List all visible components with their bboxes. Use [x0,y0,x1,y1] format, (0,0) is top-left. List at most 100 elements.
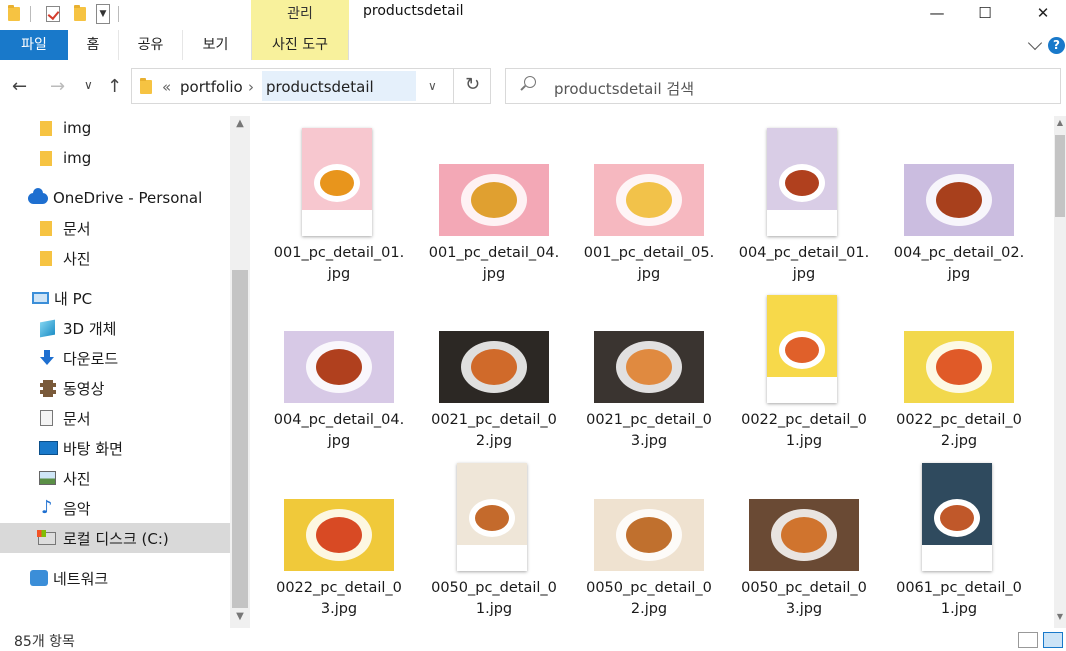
file-name: 004_pc_detail_01. jpg [729,243,879,285]
sidebar-item-label: 음악 [63,499,91,518]
sidebar-item[interactable]: ♪ 음악 [0,493,230,523]
overflow-chevron[interactable]: « [162,78,171,96]
video-icon [40,379,56,397]
food-photo-thumbnail [439,164,549,236]
sidebar-scrollbar-thumb[interactable] [232,270,248,608]
tab-share[interactable]: 공유 [118,30,182,60]
tab-picture-tools[interactable]: 사진 도구 [251,30,349,60]
up-arrow-icon[interactable]: ↑ [107,76,122,97]
file-tile[interactable]: 0022_pc_detail_0 3.jpg [264,451,414,617]
sidebar-scroll-up-icon[interactable]: ▲ [230,118,250,134]
file-name-line: 001_pc_detail_05. [583,245,715,261]
file-tile[interactable]: 0050_pc_detail_0 3.jpg [729,451,879,617]
dish [475,505,509,531]
address-bar[interactable]: « portfolio › productsdetail ∨ [131,68,491,104]
details-view-icon[interactable] [1018,632,1038,648]
sidebar-item-label: 사진 [63,469,91,488]
food-photo-thumbnail [594,499,704,571]
refresh-icon[interactable]: ↻ [453,68,491,104]
close-button[interactable]: ✕ [1020,0,1066,26]
sidebar-item[interactable]: 사진 [0,463,230,493]
breadcrumb-separator[interactable]: › [248,78,254,96]
forward-arrow-icon[interactable]: → [50,76,65,97]
file-tile[interactable]: 001_pc_detail_04. jpg [419,116,569,282]
status-bar: 85개 항목 [0,628,1066,650]
new-folder-icon[interactable] [74,4,86,24]
sidebar-scroll-down-icon[interactable]: ▼ [230,611,250,627]
address-history-chevron-icon[interactable]: ∨ [428,79,437,93]
maximize-button[interactable]: ☐ [962,0,1008,26]
food-photo-thumbnail [284,331,394,403]
sidebar-item-label: 문서 [63,219,91,238]
file-tile[interactable]: 0050_pc_detail_0 2.jpg [574,451,724,617]
search-icon [524,76,536,88]
sidebar-item[interactable]: 문서 [0,403,230,433]
sidebar-item[interactable]: 사진 [0,243,230,273]
dish [936,182,982,218]
content-scroll-down-icon[interactable]: ▼ [1054,612,1066,628]
sidebar-item[interactable]: 내 PC [0,283,230,313]
tab-file[interactable]: 파일 [0,30,68,60]
file-name-line: 0022_pc_detail_0 [896,412,1022,428]
customize-toolbar-button[interactable]: ▼ [96,4,110,24]
sidebar-item[interactable]: 3D 개체 [0,313,230,343]
poster-thumbnail [767,295,837,403]
sidebar-item[interactable]: OneDrive - Personal [0,183,230,213]
content-scrollbar-thumb[interactable] [1055,135,1065,217]
sidebar-item[interactable]: 로컬 디스크 (C:) [0,523,230,553]
sidebar-item[interactable]: 바탕 화면 [0,433,230,463]
separator [118,4,119,24]
breadcrumb-productsdetail[interactable]: productsdetail [266,78,374,96]
sidebar-item[interactable]: 네트워크 [0,563,230,593]
minimize-button[interactable]: — [914,0,960,26]
sidebar-item[interactable]: img [0,143,230,173]
file-tile[interactable]: 0021_pc_detail_0 3.jpg [574,283,724,449]
large-icons-view-icon[interactable] [1043,632,1063,648]
file-tile[interactable]: 001_pc_detail_05. jpg [574,116,724,282]
expand-ribbon-chevron-icon[interactable] [1027,35,1043,51]
file-tile[interactable]: 001_pc_detail_01. jpg [264,116,414,282]
breadcrumb-portfolio[interactable]: portfolio [180,78,243,96]
item-count: 85개 항목 [14,634,75,650]
back-arrow-icon[interactable]: ← [12,76,27,97]
recent-locations-chevron-icon[interactable]: ∨ [84,78,93,92]
folder-icon [40,150,52,166]
poster-footer [767,210,837,236]
dish [940,505,974,531]
sidebar-item-label: 동영상 [63,379,105,398]
properties-check-icon[interactable] [46,4,60,24]
sidebar-item[interactable]: img [0,116,230,143]
content-scroll-up-icon[interactable]: ▲ [1054,118,1066,134]
file-tile[interactable]: 0022_pc_detail_0 2.jpg [884,283,1034,449]
sidebar-item-label: OneDrive - Personal [53,189,203,207]
sidebar-item[interactable]: 동영상 [0,373,230,403]
sidebar-item[interactable]: 다운로드 [0,343,230,373]
file-tile[interactable]: 0021_pc_detail_0 2.jpg [419,283,569,449]
help-icon[interactable]: ? [1048,37,1065,54]
onedrive-cloud-icon [28,187,48,204]
sidebar-item[interactable]: 문서 [0,213,230,243]
dish [316,517,362,553]
search-box[interactable]: productsdetail 검색 [505,68,1061,104]
file-tile[interactable]: 0022_pc_detail_0 1.jpg [729,283,879,449]
download-icon [40,350,54,366]
document-icon [40,410,53,426]
file-tile[interactable]: 004_pc_detail_04. jpg [264,283,414,449]
desktop-icon [39,441,58,455]
food-photo-thumbnail [594,164,704,236]
poster-footer [457,545,527,571]
tab-view[interactable]: 보기 [182,30,248,60]
dish [316,349,362,385]
poster-thumbnail [922,463,992,571]
file-tile[interactable]: 004_pc_detail_01. jpg [729,116,879,282]
file-name-line: 0050_pc_detail_0 [586,580,712,596]
dish [626,182,672,218]
file-tile[interactable]: 0061_pc_detail_0 1.jpg [884,451,1034,617]
file-name-line: 1.jpg [785,433,823,449]
file-name-line: 004_pc_detail_01. [738,245,870,261]
file-tile[interactable]: 004_pc_detail_02. jpg [884,116,1034,282]
file-name: 0050_pc_detail_0 2.jpg [574,578,724,620]
tab-home[interactable]: 홈 [68,30,118,60]
file-name: 004_pc_detail_04. jpg [264,410,414,452]
file-tile[interactable]: 0050_pc_detail_0 1.jpg [419,451,569,617]
